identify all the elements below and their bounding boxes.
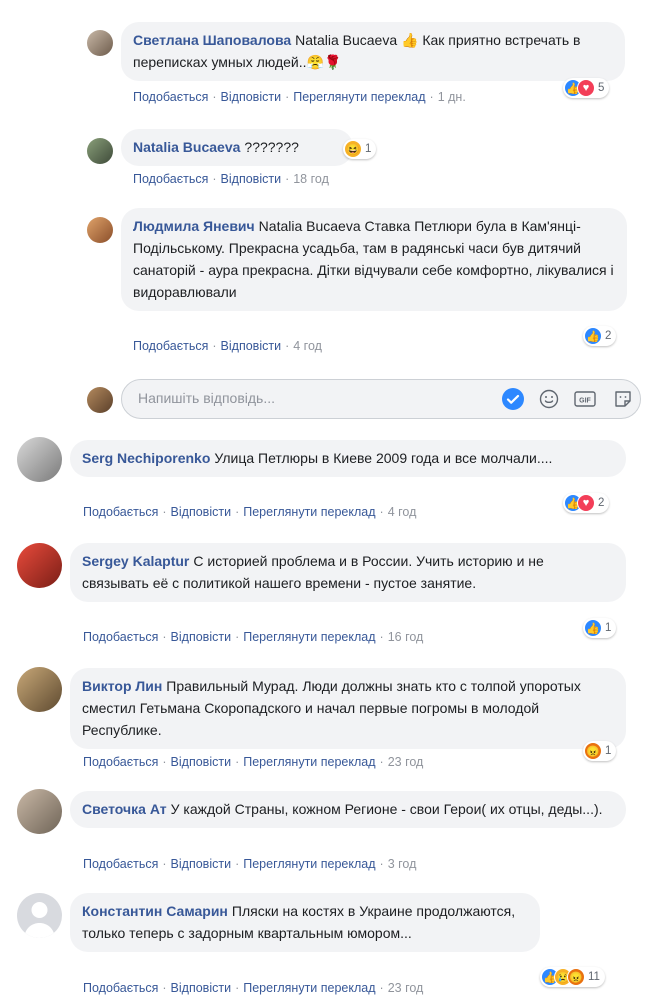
comment-time[interactable]: 23 год xyxy=(388,981,424,995)
comment-bubble: Константин Самарин Пляски на костях в Укр… xyxy=(70,893,540,952)
reaction-count: 5 xyxy=(598,82,605,94)
comment-author[interactable]: Serg Nechiporenko xyxy=(82,450,210,466)
comment-author[interactable]: Людмила Яневич xyxy=(133,218,255,234)
translate-link[interactable]: Переглянути переклад xyxy=(293,90,425,104)
like-icon: 👍 xyxy=(584,619,602,637)
comment-author[interactable]: Светочка Ат xyxy=(82,801,167,817)
reaction-count: 1 xyxy=(605,622,612,634)
reactions-badge[interactable]: 😆 1 xyxy=(343,139,377,159)
emoji-icon[interactable] xyxy=(538,388,560,410)
avatar[interactable] xyxy=(17,543,62,588)
comment-actions: Подобається · Відповісти · Переглянути перек… xyxy=(83,857,417,871)
reply-link[interactable]: Відповісти xyxy=(221,90,282,104)
reactions-badge[interactable]: 👍 😢 😠 11 xyxy=(540,967,605,987)
comment-author[interactable]: Виктор Лин xyxy=(82,678,162,694)
angry-icon: 😠 xyxy=(567,968,585,986)
reply-link[interactable]: Відповісти xyxy=(171,857,232,871)
like-icon: 👍 xyxy=(584,327,602,345)
reactions-badge[interactable]: 😠 1 xyxy=(583,741,617,761)
comment-text: ??????? xyxy=(244,139,299,155)
comment-bubble: Людмила Яневич Natalia Bucaeva Ставка Пет… xyxy=(121,208,627,311)
comment-time[interactable]: 16 год xyxy=(388,630,424,644)
like-link[interactable]: Подобається xyxy=(83,981,158,995)
reply-composer: GIF xyxy=(121,379,641,419)
like-link[interactable]: Подобається xyxy=(83,630,158,644)
comment-time[interactable]: 23 год xyxy=(388,755,424,769)
translate-link[interactable]: Переглянути переклад xyxy=(243,981,375,995)
comment-author[interactable]: Константин Самарин xyxy=(82,903,228,919)
translate-link[interactable]: Переглянути переклад xyxy=(243,630,375,644)
like-link[interactable]: Подобається xyxy=(133,90,208,104)
reply-link[interactable]: Відповісти xyxy=(171,630,232,644)
comment-time[interactable]: 4 год xyxy=(293,339,322,353)
love-icon: ♥ xyxy=(577,494,595,512)
reaction-count: 1 xyxy=(365,143,372,155)
comment-actions: Подобається · Відповісти · 4 год xyxy=(133,339,322,353)
comment-author[interactable]: Sergey Kalaptur xyxy=(82,553,189,569)
translate-link[interactable]: Переглянути переклад xyxy=(243,505,375,519)
like-link[interactable]: Подобається xyxy=(83,755,158,769)
love-icon: ♥ xyxy=(577,79,595,97)
reaction-count: 1 xyxy=(605,745,612,757)
reaction-count: 2 xyxy=(605,330,612,342)
comment-text: Улица Петлюры в Киеве 2009 года и все мо… xyxy=(214,450,553,466)
sticker-icon[interactable] xyxy=(612,388,634,410)
avatar[interactable] xyxy=(87,217,113,243)
comment-actions: Подобається · Відповісти · Переглянути перек… xyxy=(83,755,424,769)
translate-link[interactable]: Переглянути переклад xyxy=(243,755,375,769)
comment-actions: Подобається · Відповісти · Переглянути перек… xyxy=(83,505,417,519)
comment-bubble: Виктор Лин Правильный Мурад. Люди должны … xyxy=(70,668,626,749)
comment-actions: Подобається · Відповісти · Переглянути перек… xyxy=(83,630,424,644)
comment-time[interactable]: 18 год xyxy=(293,172,329,186)
angry-icon: 😠 xyxy=(584,742,602,760)
avatar[interactable] xyxy=(87,138,113,164)
avatar[interactable] xyxy=(87,30,113,56)
comment-bubble: Светочка Ат У каждой Страны, кожном Регио… xyxy=(70,791,626,828)
like-link[interactable]: Подобається xyxy=(83,505,158,519)
comment-author[interactable]: Светлана Шаповалова xyxy=(133,32,291,48)
like-link[interactable]: Подобається xyxy=(133,339,208,353)
reply-link[interactable]: Відповісти xyxy=(221,339,282,353)
reply-link[interactable]: Відповісти xyxy=(221,172,282,186)
reply-link[interactable]: Відповісти xyxy=(171,981,232,995)
reply-input[interactable] xyxy=(136,389,480,407)
comment-actions: Подобається · Відповісти · Переглянути перек… xyxy=(133,90,466,104)
comment-actions: Подобається · Відповісти · Переглянути перек… xyxy=(83,981,424,995)
reactions-badge[interactable]: 👍 ♥ 2 xyxy=(563,493,610,513)
reply-link[interactable]: Відповісти xyxy=(171,505,232,519)
comment-author[interactable]: Natalia Bucaeva xyxy=(133,139,240,155)
reactions-badge[interactable]: 👍 1 xyxy=(583,618,617,638)
avatar[interactable] xyxy=(17,789,62,834)
comment-time[interactable]: 1 дн. xyxy=(438,90,466,104)
default-avatar-icon xyxy=(24,902,55,938)
comment-bubble: Natalia Bucaeva??????? xyxy=(121,129,353,166)
comment-time[interactable]: 3 год xyxy=(388,857,417,871)
translate-link[interactable]: Переглянути переклад xyxy=(243,857,375,871)
comment-actions: Подобається · Відповісти · 18 год xyxy=(133,172,329,186)
reactions-badge[interactable]: 👍 ♥ 5 xyxy=(563,78,610,98)
send-check-icon[interactable] xyxy=(502,388,524,410)
comment-bubble: Sergey Kalaptur С историей проблема и в Р… xyxy=(70,543,626,602)
haha-icon: 😆 xyxy=(344,140,362,158)
comment-text: У каждой Страны, кожном Регионе - свои Г… xyxy=(170,801,603,817)
comment-bubble: Serg Nechiporenko Улица Петлюры в Киеве 2… xyxy=(70,440,626,477)
svg-text:GIF: GIF xyxy=(579,398,591,405)
reply-link[interactable]: Відповісти xyxy=(171,755,232,769)
comment-bubble: Светлана Шаповалова Natalia Bucaeva 👍 Как… xyxy=(121,22,625,81)
gif-icon[interactable]: GIF xyxy=(574,388,596,410)
avatar xyxy=(87,387,113,413)
reactions-badge[interactable]: 👍 2 xyxy=(583,326,617,346)
avatar[interactable] xyxy=(17,437,62,482)
reaction-count: 2 xyxy=(598,497,605,509)
avatar[interactable] xyxy=(17,893,62,938)
reaction-count: 11 xyxy=(588,971,600,983)
avatar[interactable] xyxy=(17,667,62,712)
comment-time[interactable]: 4 год xyxy=(388,505,417,519)
like-link[interactable]: Подобається xyxy=(133,172,208,186)
like-link[interactable]: Подобається xyxy=(83,857,158,871)
